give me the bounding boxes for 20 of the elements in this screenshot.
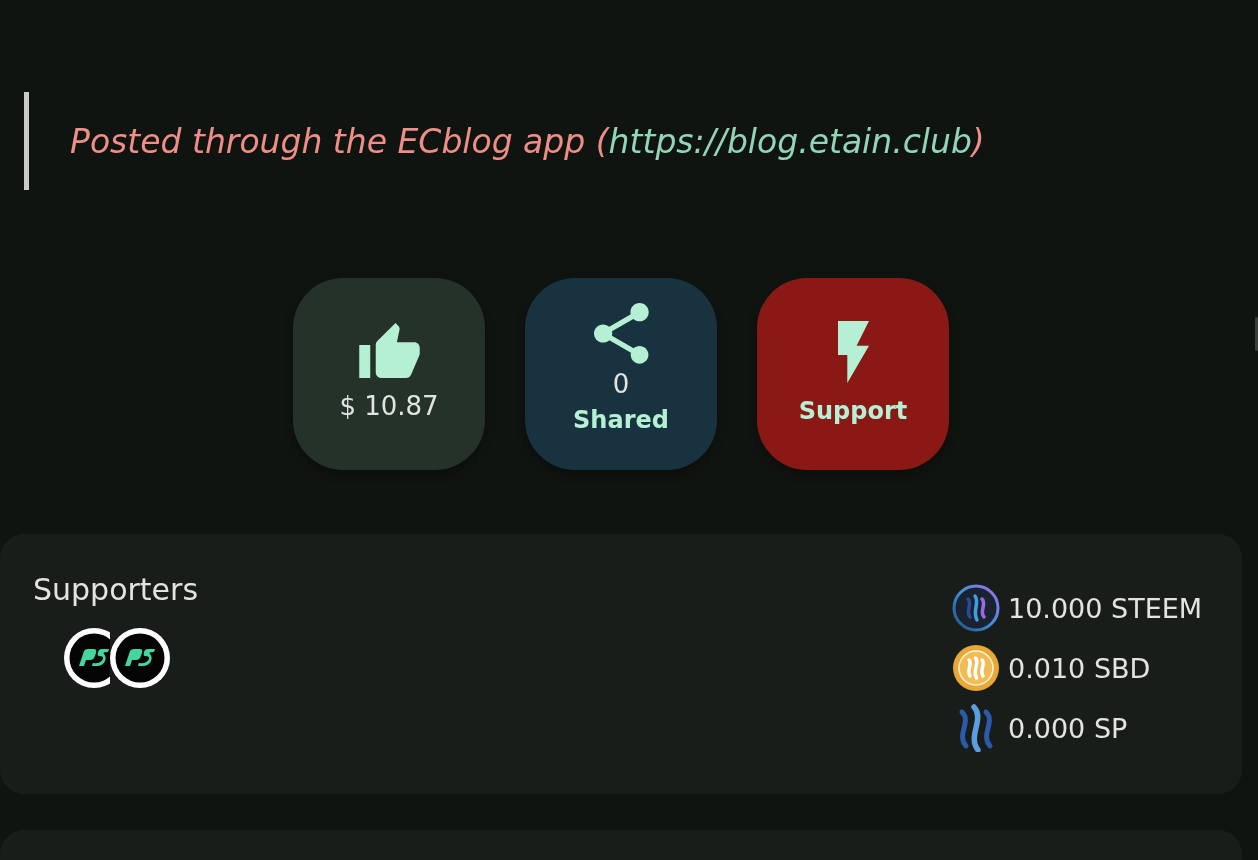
thumbs-up-icon <box>358 322 420 378</box>
share-count: 0 <box>612 367 630 400</box>
sbd-coin-icon <box>952 644 1000 692</box>
token-amount: 10.000 STEEM <box>1008 592 1203 624</box>
payout-value: $ 10.87 <box>339 389 439 422</box>
supporters-title: Supporters <box>33 571 198 609</box>
share-label: Shared <box>573 404 669 436</box>
support-label: Support <box>798 396 908 427</box>
quote-text: Posted through the ECblog app (https://blog.etain.club) <box>70 121 985 161</box>
support-button[interactable]: Support <box>757 278 949 470</box>
blog-link[interactable]: https://blog.etain.club <box>608 121 972 161</box>
lightning-bolt-icon <box>837 321 869 383</box>
token-amount: 0.000 SP <box>1008 712 1128 744</box>
scrollbar-thumb[interactable] <box>1255 317 1258 351</box>
like-button[interactable]: $ 10.87 <box>293 278 485 470</box>
share-icon <box>593 302 649 364</box>
steem-token-icon <box>952 584 1000 632</box>
token-amount: 0.010 SBD <box>1008 652 1151 684</box>
avatar-icon[interactable] <box>110 628 170 688</box>
share-button[interactable]: 0 Shared <box>525 278 717 470</box>
